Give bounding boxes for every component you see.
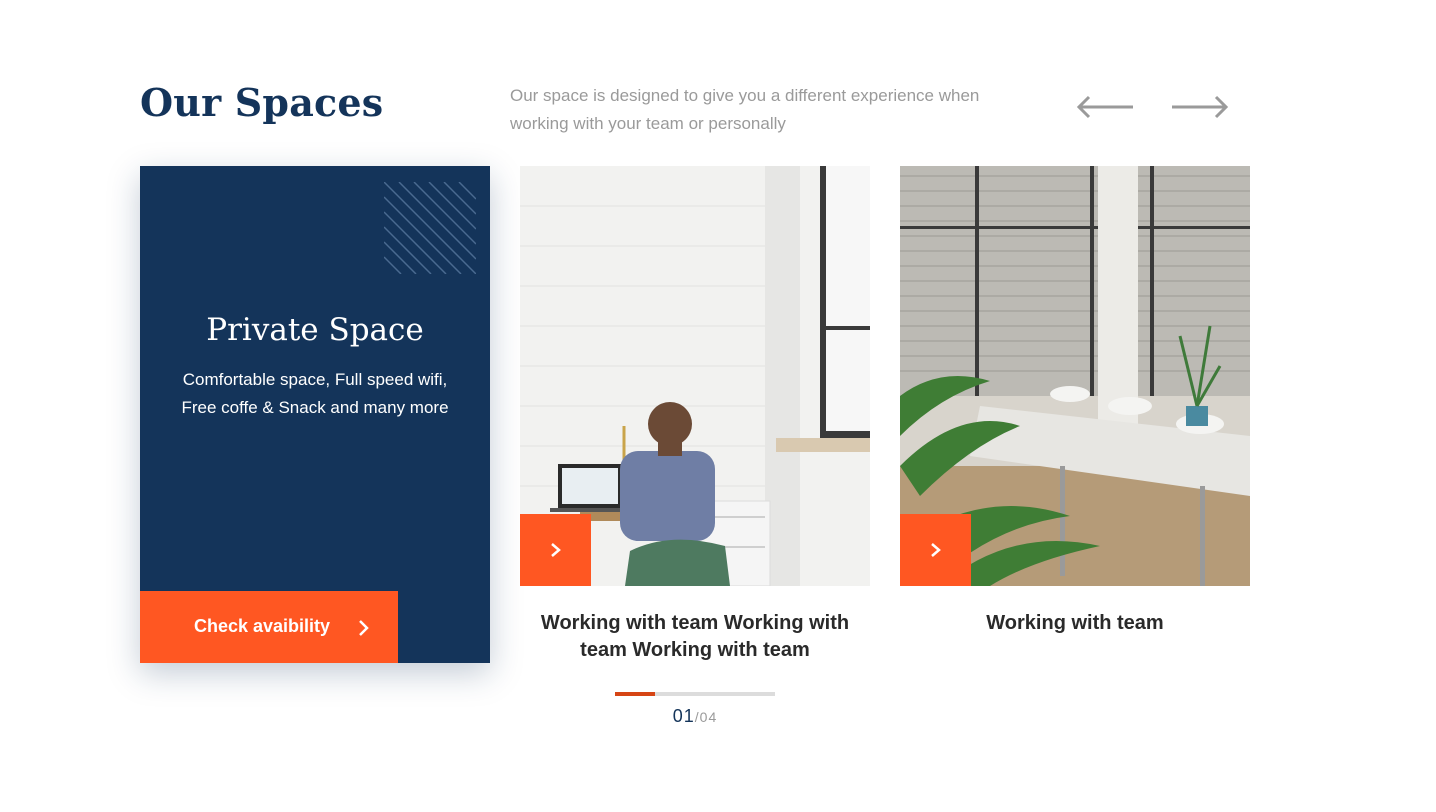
check-availability-label: Check avaibility [194,616,331,636]
chevron-right-icon [931,543,941,557]
arrow-right-icon [1172,95,1229,119]
chevron-right-icon [551,543,561,557]
featured-description: Comfortable space, Full speed wifi, Free… [181,370,449,417]
card-1-caption: Working with team Working with team Work… [540,612,850,661]
section-title: Our Spaces [140,80,384,125]
featured-title: Private Space [206,312,424,348]
section-subtitle: Our space is designed to give you a diff… [510,86,980,133]
card-1-open-button[interactable] [520,514,591,586]
check-availability-button[interactable]: Check avaibility [140,591,398,663]
slide-total: 04 [699,709,718,725]
slide-current: 01 [672,706,695,726]
stripes-decoration [384,182,476,274]
card-2-open-button[interactable] [900,514,971,586]
space-card-1[interactable] [520,166,870,586]
slide-counter: 01/04 [615,706,775,727]
next-arrow-button[interactable] [1170,92,1230,122]
arrow-left-icon [1076,95,1133,119]
space-card-2[interactable] [900,166,1250,586]
slider-progress-fill [615,692,655,696]
card-2-caption: Working with team [986,612,1164,634]
slider-progress-bar [615,692,775,696]
chevron-right-icon [359,620,369,636]
prev-arrow-button[interactable] [1075,92,1135,122]
featured-space-card: Private Space Comfortable space, Full sp… [140,166,490,663]
